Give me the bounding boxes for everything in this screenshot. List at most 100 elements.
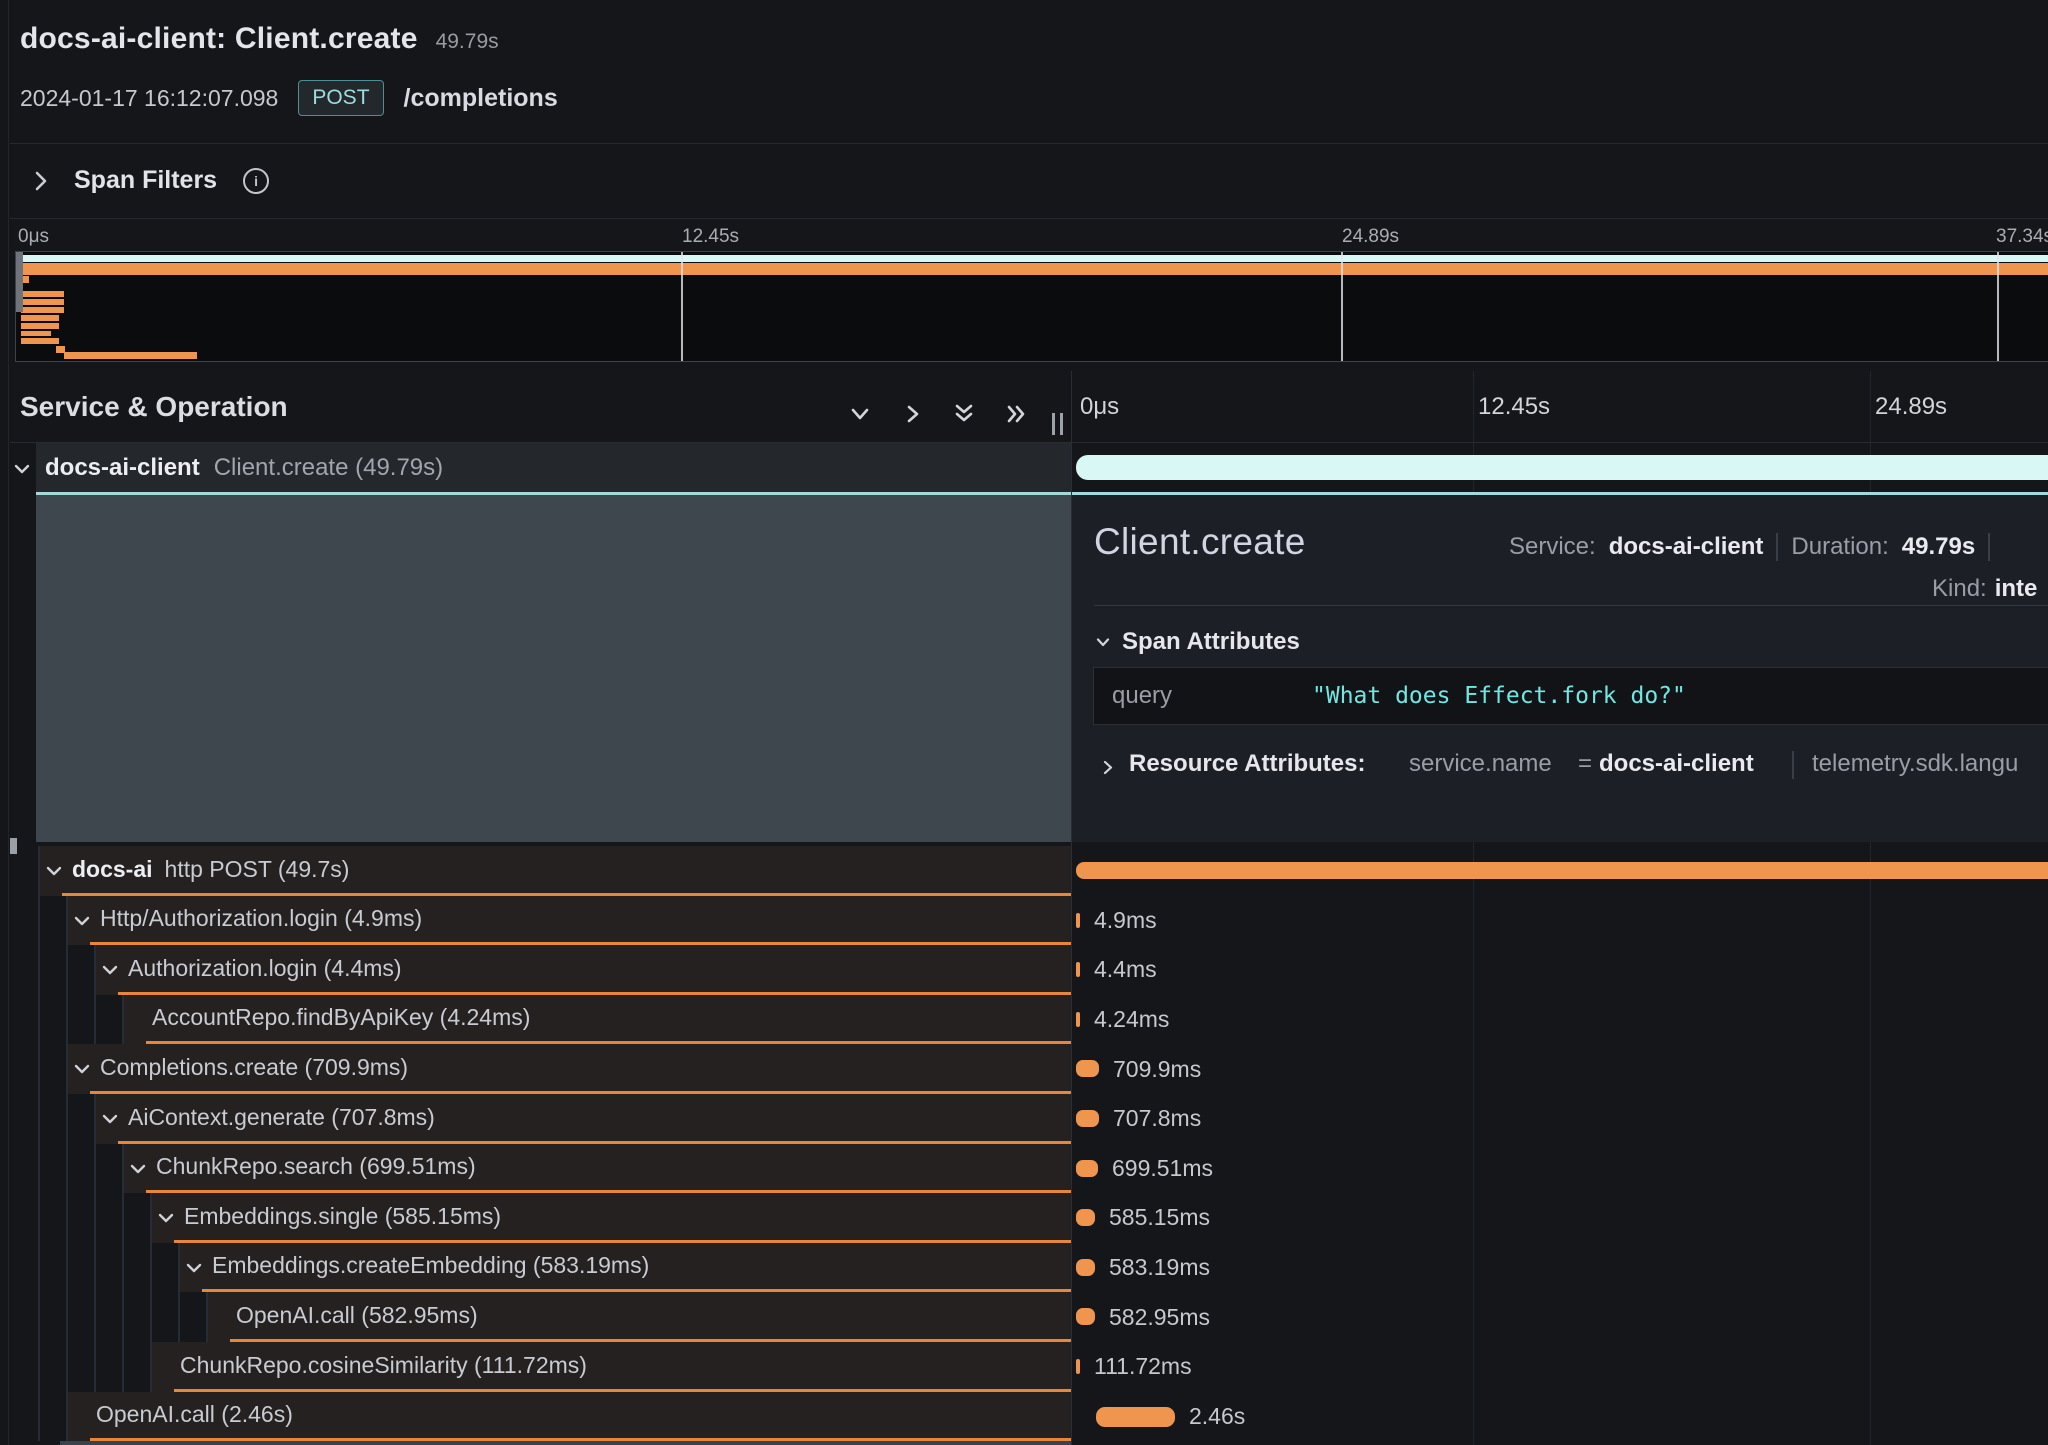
- span-row[interactable]: Embeddings.createEmbedding (583.19ms): [10, 1243, 1071, 1293]
- minimap-tick-label: 24.89s: [1342, 226, 1399, 248]
- minimap-drag-handle[interactable]: [16, 252, 23, 312]
- info-icon[interactable]: i: [243, 168, 269, 194]
- service-label: Service:: [1509, 533, 1596, 561]
- span-bar[interactable]: [1076, 1110, 1099, 1127]
- indent-guides: [12, 846, 40, 896]
- kind-value: inte: [1995, 575, 2038, 603]
- chevron-right-icon[interactable]: [34, 170, 48, 192]
- chevron-down-icon[interactable]: [130, 1164, 146, 1174]
- double-chevron-right-icon[interactable]: [1004, 402, 1028, 426]
- span-row[interactable]: AiContext.generate (707.8ms): [10, 1094, 1071, 1144]
- span-bar-row[interactable]: 709.9ms: [1072, 1044, 2048, 1094]
- chevron-right-icon[interactable]: [1103, 760, 1113, 775]
- span-row[interactable]: Embeddings.single (585.15ms): [10, 1193, 1071, 1243]
- chevron-down-icon[interactable]: [74, 916, 90, 926]
- chevron-down-icon[interactable]: [158, 1213, 174, 1223]
- span-bar[interactable]: [1076, 1060, 1099, 1077]
- span-row[interactable]: OpenAI.call (2.46s): [10, 1392, 1071, 1442]
- span-bar-row[interactable]: 2.46s: [1072, 1392, 2048, 1442]
- span-bar[interactable]: [1076, 1359, 1080, 1374]
- minimap-tick-label: 0μs: [18, 226, 49, 248]
- minimap[interactable]: [15, 251, 2048, 362]
- chevron-down-icon[interactable]: [186, 1263, 202, 1273]
- span-duration-label: 111.72ms: [1094, 1342, 1192, 1392]
- http-method-badge: POST: [298, 80, 383, 116]
- span-row[interactable]: Completions.create (709.9ms): [10, 1044, 1071, 1094]
- indent-guides: [12, 1292, 208, 1342]
- span-duration-label: 583.19ms: [1109, 1243, 1210, 1293]
- operation-name: Client.create (49.79s): [214, 454, 443, 482]
- resource-attributes-label: Resource Attributes:: [1129, 747, 1365, 781]
- operation-name: OpenAI.call (582.95ms): [236, 1302, 478, 1329]
- chevron-down-icon[interactable]: [102, 965, 118, 975]
- chevron-down-icon[interactable]: [46, 866, 62, 876]
- service-operation-panel: Service & Operation docs-ai-client Clien…: [10, 371, 1071, 1445]
- operation-name: Embeddings.single (585.15ms): [184, 1203, 501, 1230]
- row-label: ChunkRepo.search (699.51ms): [156, 1144, 476, 1190]
- chevron-down-icon[interactable]: [102, 1114, 118, 1124]
- row-label: OpenAI.call (582.95ms): [236, 1292, 478, 1338]
- span-bar-row[interactable]: 583.19ms: [1072, 1243, 2048, 1293]
- span-row[interactable]: ChunkRepo.cosineSimilarity (111.72ms): [10, 1342, 1071, 1392]
- span-attributes-header[interactable]: Span Attributes: [1096, 628, 1300, 656]
- span-bar[interactable]: [1076, 913, 1080, 928]
- row-label: Authorization.login (4.4ms): [128, 945, 402, 991]
- timeline-tick-label: 0μs: [1080, 393, 1119, 421]
- panel-resize-handle[interactable]: [1052, 413, 1063, 435]
- span-detail-title: Client.create: [1094, 521, 1306, 563]
- service-value: docs-ai-client: [1609, 533, 1764, 561]
- span-bar[interactable]: [1076, 1209, 1095, 1226]
- double-chevron-down-icon[interactable]: [952, 402, 976, 426]
- attribute-row: query "What does Effect.fork do?": [1093, 667, 2048, 725]
- span-row-root[interactable]: docs-ai-client Client.create (49.79s): [10, 443, 1071, 492]
- service-name: docs-ai-client: [45, 454, 200, 482]
- span-row[interactable]: OpenAI.call (582.95ms): [10, 1292, 1071, 1342]
- span-bar-row[interactable]: 699.51ms: [1072, 1144, 2048, 1194]
- span-row[interactable]: Http/Authorization.login (4.9ms): [10, 896, 1071, 946]
- minimap-span-bar: [21, 307, 64, 313]
- span-duration-label: 4.9ms: [1094, 896, 1157, 946]
- span-bar[interactable]: [1096, 1407, 1175, 1427]
- span-filters-bar[interactable]: Span Filters i: [10, 143, 2048, 218]
- attribute-key: query: [1112, 668, 1172, 724]
- resource-extra: telemetry.sdk.langu: [1812, 747, 2018, 781]
- chevron-down-icon[interactable]: [848, 402, 872, 426]
- span-row[interactable]: Authorization.login (4.4ms): [10, 945, 1071, 995]
- span-bar-row[interactable]: 4.24ms: [1072, 995, 2048, 1045]
- span-row[interactable]: AccountRepo.findByApiKey (4.24ms): [10, 995, 1071, 1045]
- span-bar-row[interactable]: 582.95ms: [1072, 1292, 2048, 1342]
- chevron-down-icon[interactable]: [14, 464, 30, 474]
- span-bar-row[interactable]: 4.4ms: [1072, 945, 2048, 995]
- minimap-tick-label: 12.45s: [682, 226, 739, 248]
- root-span-bar[interactable]: [1076, 455, 2048, 480]
- span-bar[interactable]: [1076, 1308, 1095, 1325]
- attribute-value: "What does Effect.fork do?": [1312, 668, 1686, 724]
- equals-sign: =: [1578, 747, 1592, 781]
- span-detail-panel: Client.create Service: docs-ai-client Du…: [1072, 492, 2048, 842]
- chevron-right-icon[interactable]: [900, 402, 924, 426]
- chevron-down-icon[interactable]: [74, 1064, 90, 1074]
- span-bar[interactable]: [1076, 1012, 1080, 1027]
- span-bar-row[interactable]: 585.15ms: [1072, 1193, 2048, 1243]
- duration-value: 49.79s: [1902, 533, 1975, 561]
- span-bar[interactable]: [1076, 862, 2048, 879]
- span-bar-row[interactable]: 111.72ms: [1072, 1342, 2048, 1392]
- root-row-label: docs-ai-client Client.create (49.79s): [45, 443, 443, 492]
- span-bar[interactable]: [1076, 1160, 1098, 1177]
- span-row[interactable]: ChunkRepo.search (699.51ms): [10, 1144, 1071, 1194]
- page-title: docs-ai-client: Client.create: [20, 22, 418, 56]
- resource-attributes-row[interactable]: Resource Attributes: service.name = docs…: [1072, 747, 2048, 781]
- divider: [1988, 533, 1990, 561]
- span-bar-row[interactable]: [1072, 846, 2048, 896]
- span-bar-row[interactable]: 707.8ms: [1072, 1094, 2048, 1144]
- service-operation-header: Service & Operation: [10, 371, 1071, 443]
- span-bar[interactable]: [1076, 962, 1080, 977]
- span-duration-label: 4.24ms: [1094, 995, 1169, 1045]
- span-row[interactable]: docs-aihttp POST (49.7s): [10, 846, 1071, 896]
- row-label: Embeddings.createEmbedding (583.19ms): [212, 1243, 649, 1289]
- divider: [1094, 605, 2048, 606]
- trace-duration: 49.79s: [436, 30, 499, 54]
- span-bar[interactable]: [1076, 1259, 1095, 1276]
- root-span-bar-row[interactable]: [1072, 443, 2048, 492]
- span-bar-row[interactable]: 4.9ms: [1072, 896, 2048, 946]
